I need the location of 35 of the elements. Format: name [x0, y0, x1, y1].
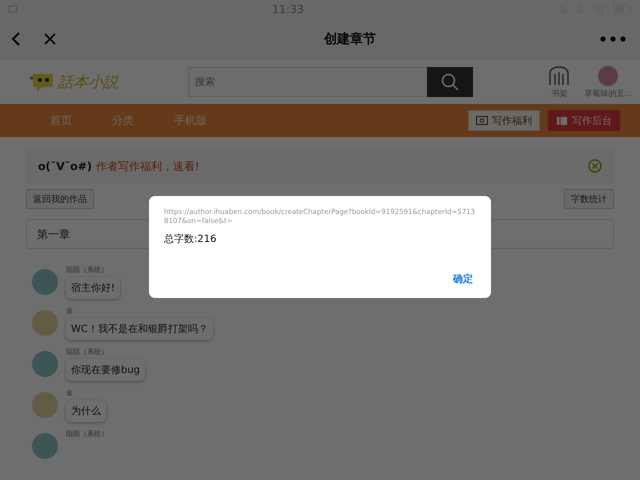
logo-text[interactable]: 話本小説: [58, 72, 118, 92]
bookshelf-link[interactable]: 书架: [551, 88, 568, 98]
avatar: [32, 433, 58, 459]
more-icon[interactable]: [600, 36, 626, 42]
notice-link[interactable]: 作者写作福利，速看!: [96, 158, 200, 174]
page-title: 创建章节: [324, 30, 376, 48]
writing-welfare-button[interactable]: 写作福利: [468, 110, 540, 131]
close-icon[interactable]: [44, 33, 56, 45]
avatar: [32, 392, 58, 418]
user-name[interactable]: 草莓味的五...: [584, 88, 632, 98]
emoticon: o(¯V¯o#): [38, 160, 92, 172]
avatar: [32, 310, 58, 336]
avatar: [32, 269, 58, 295]
search-icon: [441, 73, 459, 91]
search-button[interactable]: [427, 67, 473, 97]
bookshelf-icon: [548, 66, 570, 86]
book-icon: [556, 116, 568, 126]
ticket-icon: [476, 116, 488, 125]
message-bubble: 为什么: [66, 400, 106, 422]
close-icon[interactable]: [588, 159, 602, 173]
word-count-button[interactable]: 字数统计: [564, 189, 614, 209]
nav-link[interactable]: 手机版: [174, 113, 207, 128]
message-bubble: 你现在要修bug: [66, 359, 146, 381]
back-to-works-button[interactable]: 返回我的作品: [26, 189, 94, 209]
confirm-button[interactable]: 确定: [449, 270, 477, 288]
writing-backend-button[interactable]: 写作后台: [548, 110, 620, 131]
dialog-message: 总字数:216: [164, 232, 218, 246]
nav-link[interactable]: 首页: [50, 113, 72, 128]
avatar: [32, 351, 58, 377]
message-bubble: WC！我不是在和银爵打架吗？: [66, 318, 213, 340]
message-bubble: 宿主你好!: [66, 277, 120, 299]
nav-link[interactable]: 分类: [112, 113, 134, 128]
search-field[interactable]: 搜索: [188, 67, 427, 97]
back-icon[interactable]: [10, 32, 22, 46]
user-avatar[interactable]: [598, 66, 618, 86]
